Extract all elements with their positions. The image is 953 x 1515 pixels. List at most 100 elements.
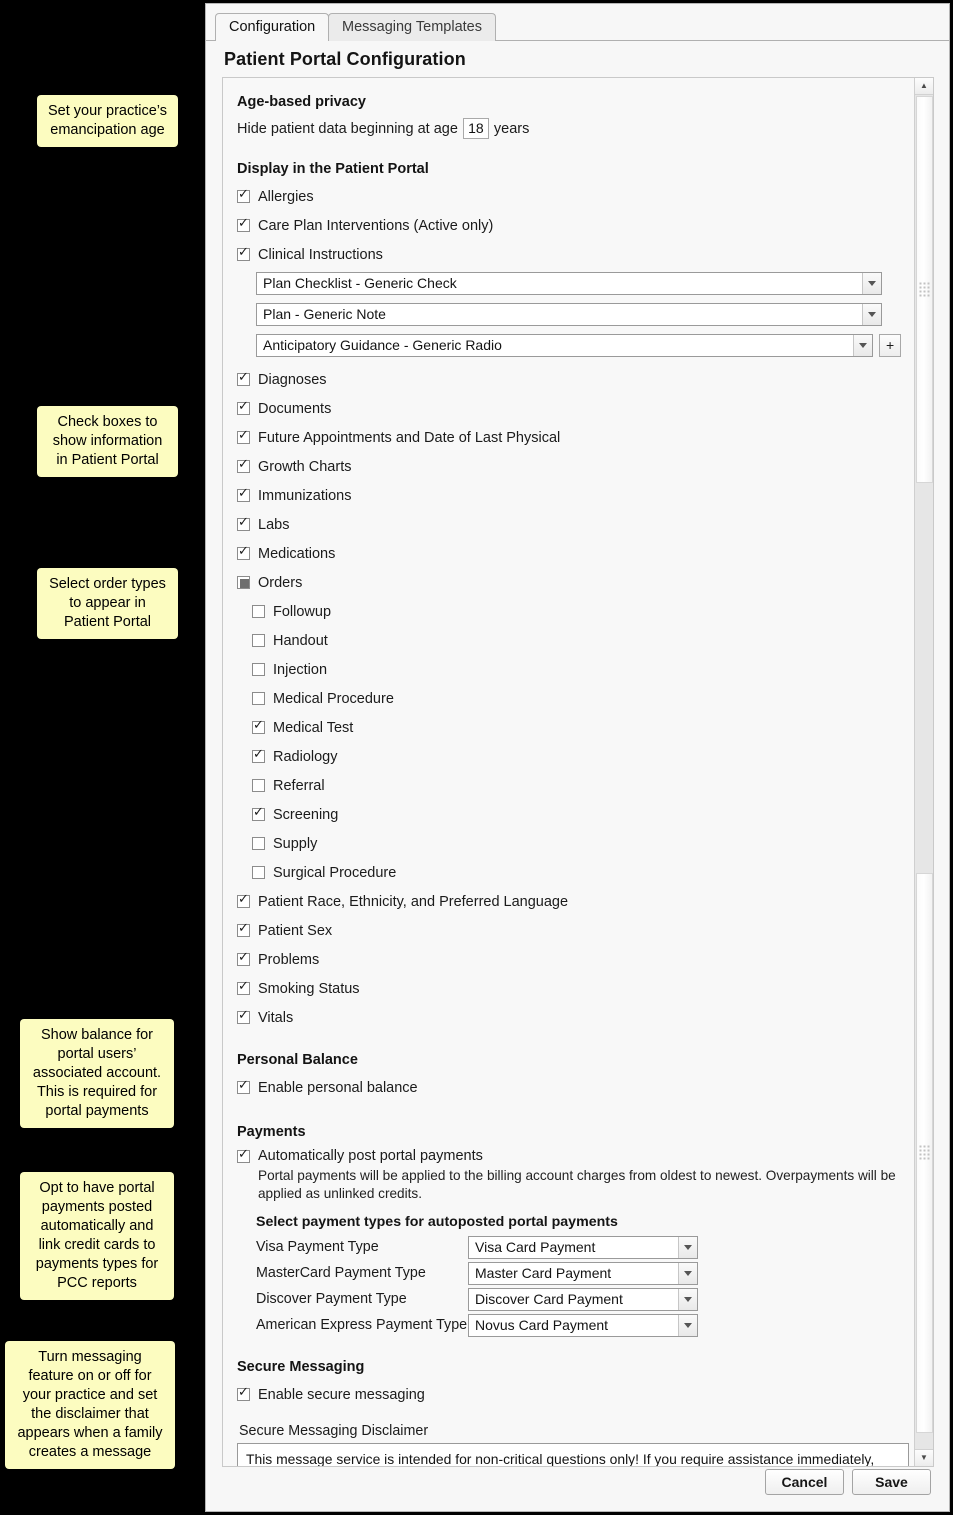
- checkbox-order-referral[interactable]: Referral: [237, 771, 901, 800]
- checkbox-box[interactable]: [237, 486, 250, 502]
- checkbox-enable-secure-messaging[interactable]: Enable secure messaging: [237, 1380, 901, 1409]
- checkbox-box[interactable]: [252, 692, 265, 705]
- checkbox-box[interactable]: [252, 779, 265, 792]
- checkbox-box[interactable]: [252, 837, 265, 850]
- checkbox-order-injection[interactable]: Injection: [237, 655, 901, 684]
- cancel-button[interactable]: Cancel: [765, 1469, 844, 1495]
- checkbox-box[interactable]: [237, 979, 250, 995]
- checkbox-box[interactable]: [252, 663, 265, 676]
- checkbox-box[interactable]: [237, 399, 250, 415]
- tab-bar: Configuration Messaging Templates: [206, 4, 949, 42]
- checkbox-box[interactable]: [237, 370, 250, 386]
- save-button[interactable]: Save: [852, 1469, 931, 1495]
- checkbox-box[interactable]: [237, 216, 250, 232]
- checkbox-order-followup[interactable]: Followup: [237, 597, 901, 626]
- checkbox-box[interactable]: [237, 457, 250, 473]
- checkbox-automatically-post-portal-payments[interactable]: Automatically post portal payments: [237, 1145, 901, 1167]
- discover-payment-type-select[interactable]: Discover Card Payment: [468, 1287, 698, 1311]
- vertical-scrollbar[interactable]: ▲ ▼: [914, 78, 933, 1466]
- checkbox-box[interactable]: [237, 921, 250, 937]
- scrollbar-grip-icon: [919, 1145, 930, 1161]
- checkbox-box[interactable]: [252, 747, 265, 763]
- age-input[interactable]: 18: [462, 118, 489, 139]
- amex-payment-type-select[interactable]: Novus Card Payment: [468, 1313, 698, 1337]
- checkbox-box[interactable]: [237, 544, 250, 560]
- checkbox-label: Screening: [273, 806, 339, 823]
- select-value: Plan - Generic Note: [263, 306, 386, 322]
- checkbox-order-surgical-procedure[interactable]: Surgical Procedure: [237, 858, 901, 887]
- checkbox-order-supply[interactable]: Supply: [237, 829, 901, 858]
- checkbox-box[interactable]: [252, 866, 265, 879]
- checkbox-box[interactable]: [237, 515, 250, 531]
- checkbox-order-radiology[interactable]: Radiology: [237, 742, 901, 771]
- add-clinical-instruction-button[interactable]: +: [879, 334, 901, 357]
- clinical-instruction-select-3[interactable]: Anticipatory Guidance - Generic Radio: [256, 334, 874, 357]
- checkbox-box[interactable]: [237, 1008, 250, 1024]
- checkbox-clinical-instructions[interactable]: Clinical Instructions: [237, 240, 901, 269]
- select-value: Novus Card Payment: [475, 1316, 609, 1333]
- checkbox-box[interactable]: [237, 892, 250, 908]
- checkbox-patient-sex[interactable]: Patient Sex: [237, 916, 901, 945]
- tab-messaging-templates[interactable]: Messaging Templates: [328, 13, 496, 41]
- chevron-down-icon[interactable]: [678, 1236, 697, 1258]
- checkbox-problems[interactable]: Problems: [237, 945, 901, 974]
- checkbox-care-plan-interventions[interactable]: Care Plan Interventions (Active only): [237, 211, 901, 240]
- checkbox-box[interactable]: [237, 1385, 250, 1401]
- tab-configuration[interactable]: Configuration: [215, 13, 330, 42]
- checkbox-order-medical-test[interactable]: Medical Test: [237, 713, 901, 742]
- checkbox-labs[interactable]: Labs: [237, 510, 901, 539]
- checkbox-order-medical-procedure[interactable]: Medical Procedure: [237, 684, 901, 713]
- checkbox-box[interactable]: [252, 805, 265, 821]
- checkbox-vitals[interactable]: Vitals: [237, 1003, 901, 1032]
- checkbox-label: Clinical Instructions: [258, 246, 383, 263]
- clinical-instruction-select-2[interactable]: Plan - Generic Note: [256, 303, 882, 326]
- checkbox-box[interactable]: [237, 428, 250, 444]
- secure-messaging-disclaimer-textarea[interactable]: This message service is intended for non…: [237, 1443, 909, 1466]
- scrollbar-thumb-upper[interactable]: [916, 96, 933, 483]
- scroll-down-arrow-icon[interactable]: ▼: [915, 1449, 933, 1466]
- checkbox-label: Diagnoses: [258, 371, 327, 388]
- secure-messaging-disclaimer-label: Secure Messaging Disclaimer: [239, 1423, 429, 1439]
- payment-row-mastercard: MasterCard Payment Type Master Card Paym…: [256, 1260, 901, 1286]
- checkbox-label: Medications: [258, 545, 336, 562]
- checkbox-future-appointments[interactable]: Future Appointments and Date of Last Phy…: [237, 423, 901, 452]
- payment-row-visa: Visa Payment Type Visa Card Payment: [256, 1234, 901, 1260]
- checkbox-orders[interactable]: Orders: [237, 568, 901, 597]
- checkbox-label: Smoking Status: [258, 980, 360, 997]
- checkbox-enable-personal-balance[interactable]: Enable personal balance: [237, 1073, 901, 1102]
- chevron-down-icon[interactable]: [853, 335, 873, 356]
- clinical-instruction-select-1[interactable]: Plan Checklist - Generic Check: [256, 272, 882, 295]
- chevron-down-icon[interactable]: [678, 1288, 697, 1310]
- checkbox-allergies[interactable]: Allergies: [237, 182, 901, 211]
- chevron-down-icon[interactable]: [678, 1314, 697, 1336]
- clinical-instruction-select-row-2: Plan - Generic Note: [256, 303, 901, 326]
- checkbox-smoking-status[interactable]: Smoking Status: [237, 974, 901, 1003]
- checkbox-box[interactable]: [252, 718, 265, 734]
- checkbox-box[interactable]: [252, 634, 265, 647]
- checkbox-box[interactable]: [237, 1078, 250, 1094]
- checkbox-box[interactable]: [252, 605, 265, 618]
- checkbox-box[interactable]: [237, 576, 250, 589]
- checkbox-order-screening[interactable]: Screening: [237, 800, 901, 829]
- checkbox-patient-race-ethnicity-language[interactable]: Patient Race, Ethnicity, and Preferred L…: [237, 887, 901, 916]
- checkbox-box[interactable]: [237, 950, 250, 966]
- checkbox-label: Enable personal balance: [258, 1079, 418, 1096]
- checkbox-box[interactable]: [237, 245, 250, 261]
- mastercard-payment-type-select[interactable]: Master Card Payment: [468, 1261, 698, 1285]
- scroll-up-arrow-icon[interactable]: ▲: [915, 78, 933, 95]
- checkbox-medications[interactable]: Medications: [237, 539, 901, 568]
- checkbox-documents[interactable]: Documents: [237, 394, 901, 423]
- checkbox-box[interactable]: [237, 187, 250, 203]
- checkbox-diagnoses[interactable]: Diagnoses: [237, 365, 901, 394]
- chevron-down-icon[interactable]: [862, 273, 881, 294]
- clinical-instruction-select-row-1: Plan Checklist - Generic Check: [256, 272, 901, 295]
- checkbox-growth-charts[interactable]: Growth Charts: [237, 452, 901, 481]
- checkbox-order-handout[interactable]: Handout: [237, 626, 901, 655]
- checkbox-immunizations[interactable]: Immunizations: [237, 481, 901, 510]
- visa-payment-type-select[interactable]: Visa Card Payment: [468, 1235, 698, 1259]
- scrollbar-thumb-lower[interactable]: [916, 873, 933, 1433]
- application-window: Configuration Messaging Templates Patien…: [205, 3, 950, 1512]
- checkbox-box[interactable]: [237, 1147, 250, 1163]
- chevron-down-icon[interactable]: [862, 304, 881, 325]
- chevron-down-icon[interactable]: [678, 1262, 697, 1284]
